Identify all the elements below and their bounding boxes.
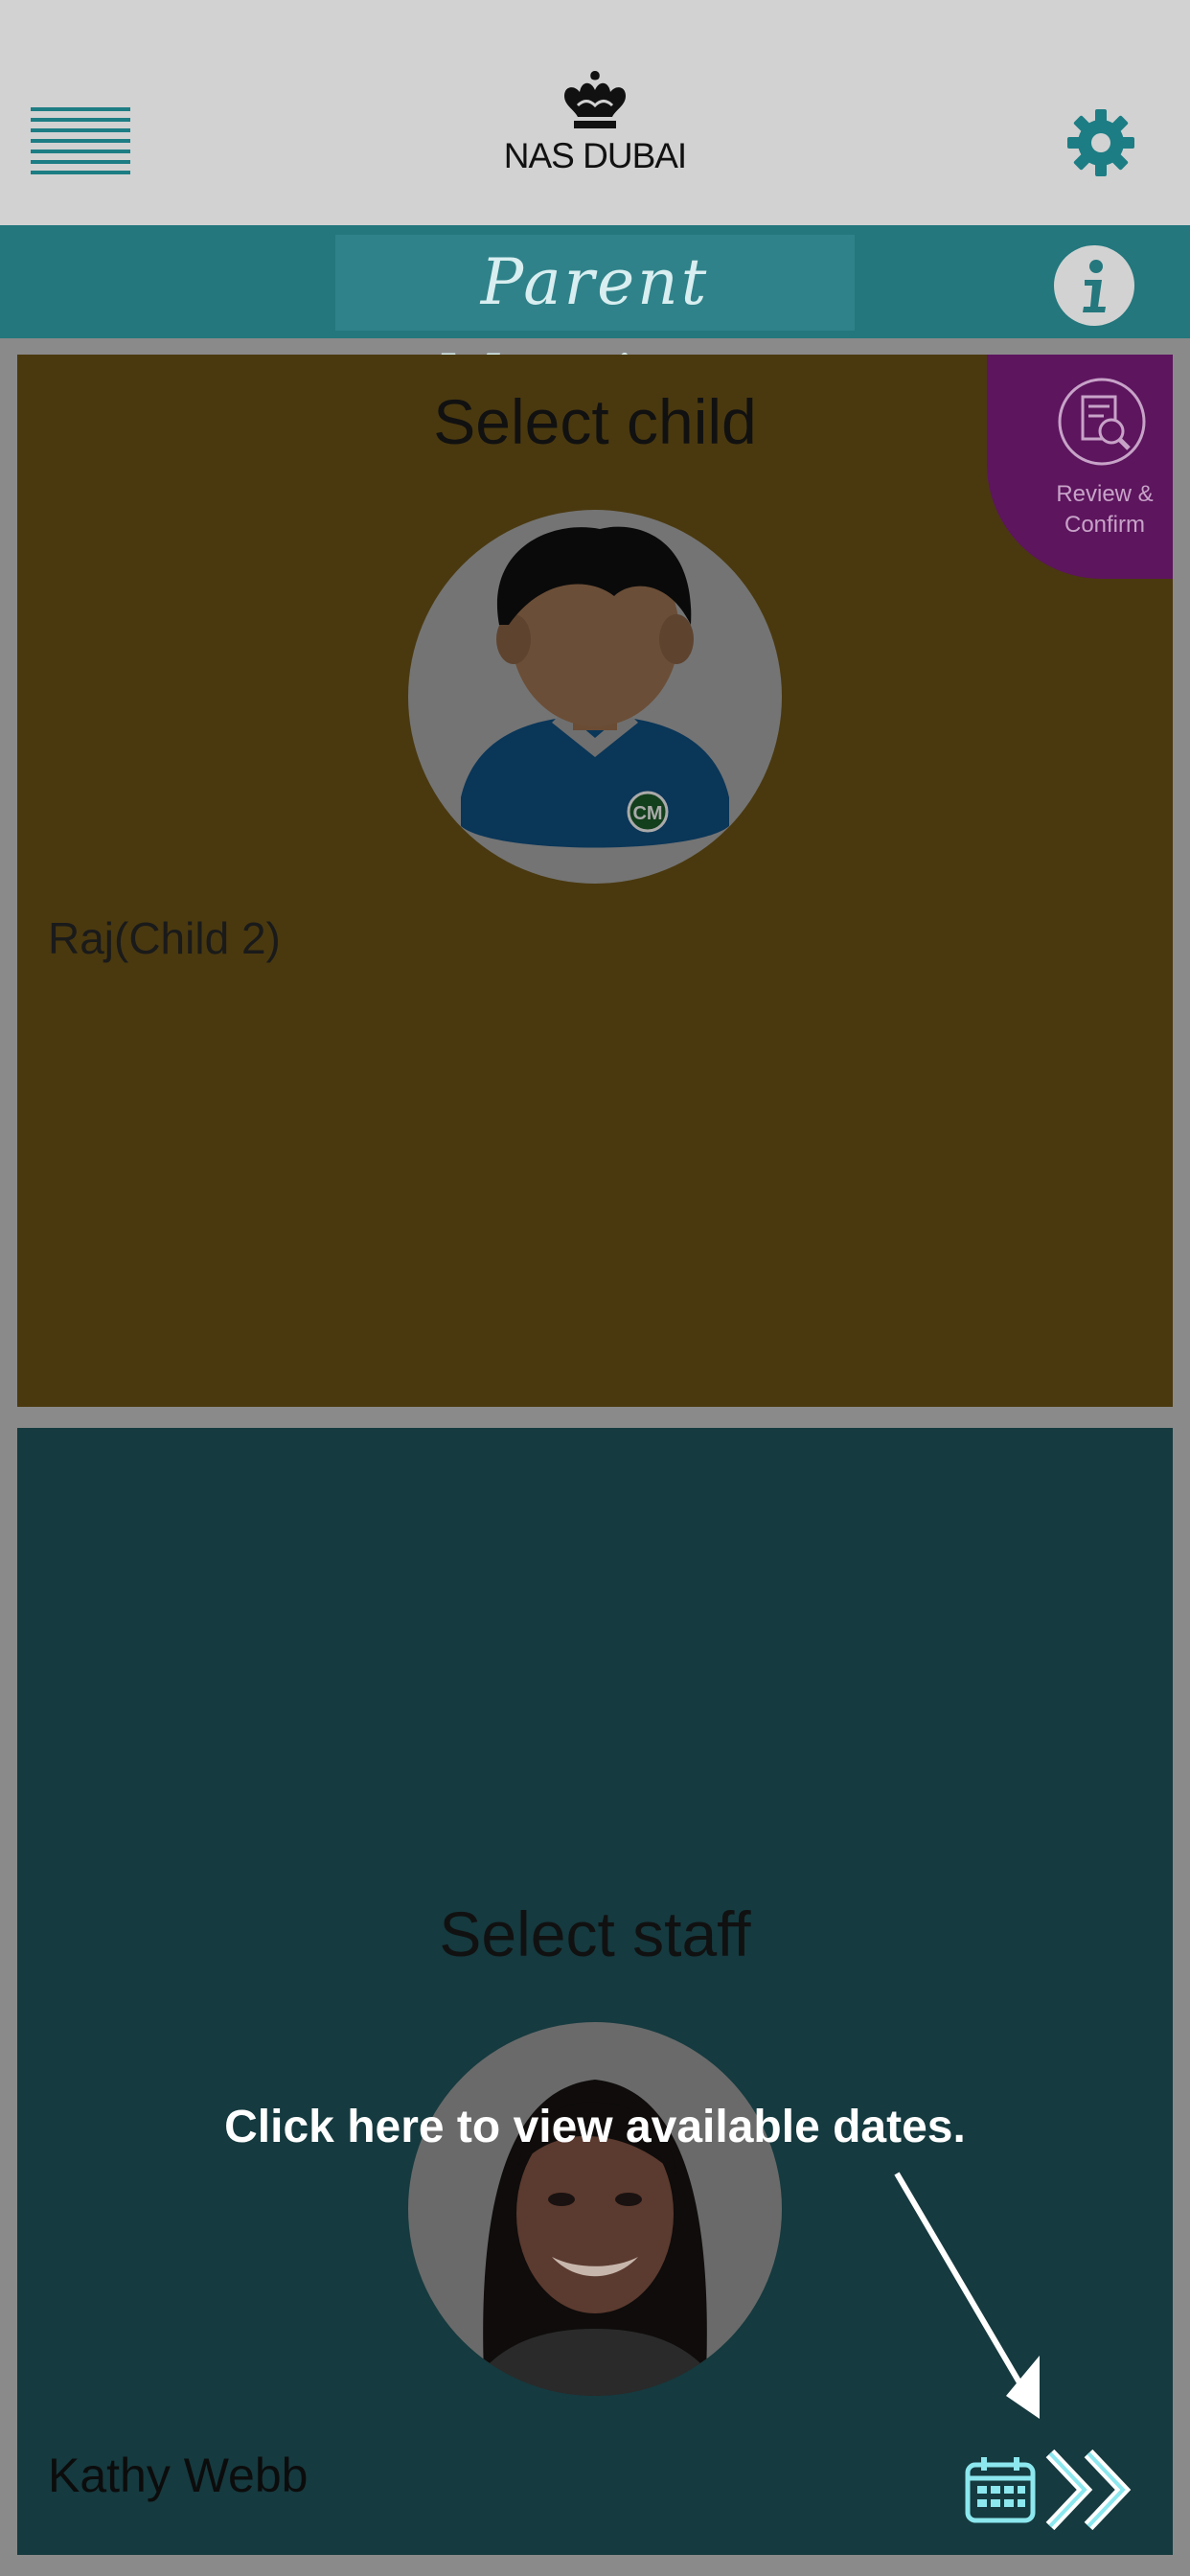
review-document-icon: [1058, 378, 1146, 466]
staff-photo: [466, 2080, 724, 2396]
select-staff-panel[interactable]: Select staff Kathy Webb: [17, 1428, 1173, 2555]
view-available-dates-button[interactable]: [949, 2444, 1150, 2536]
staff-avatar[interactable]: [408, 2022, 782, 2396]
select-child-panel[interactable]: Select child CM Raj(Child 2) Review & Co…: [17, 355, 1173, 1407]
child-avatar-icon: CM: [461, 526, 729, 848]
title-bar: Parent Meetings: [0, 225, 1190, 415]
staff-name: Kathy Webb: [48, 2449, 309, 2502]
hamburger-menu-icon[interactable]: [31, 107, 130, 174]
info-icon[interactable]: [1052, 243, 1136, 328]
review-confirm-button[interactable]: Review & Confirm: [987, 355, 1173, 579]
select-staff-heading: Select staff: [439, 1898, 751, 1969]
crown-icon: [564, 71, 626, 128]
logo-text: NAS DUBAI: [503, 136, 687, 175]
child-name: Raj(Child 2): [48, 913, 281, 963]
gear-icon[interactable]: [1065, 107, 1136, 178]
svg-text:CM: CM: [632, 803, 662, 824]
school-logo: NAS DUBAI: [479, 67, 711, 192]
view-dates-hint: Click here to view available dates.: [224, 2102, 966, 2152]
double-chevron-right-icon: [1045, 2450, 1132, 2530]
title-box: Parent Meetings: [335, 235, 855, 415]
child-avatar[interactable]: CM: [408, 510, 782, 884]
review-confirm-label: Review & Confirm: [1056, 481, 1154, 538]
calendar-icon: [965, 2457, 1036, 2523]
app-header: NAS DUBAI: [0, 0, 1190, 225]
